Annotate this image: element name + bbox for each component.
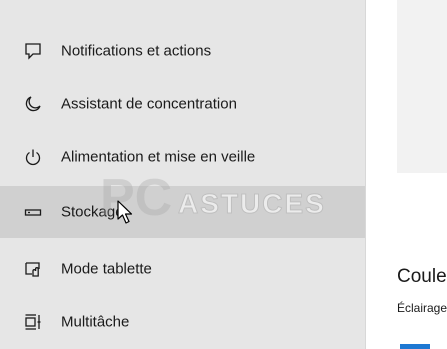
sidebar-item-multitasking[interactable]: Multitâche (0, 296, 365, 348)
accent-color-swatch[interactable] (400, 344, 430, 349)
sidebar-item-tablet-mode[interactable]: Mode tablette (0, 243, 365, 295)
section-title: Couleur (397, 266, 447, 287)
storage-icon (22, 201, 44, 223)
settings-sidebar: Notifications et actions Assistant de co… (0, 0, 366, 349)
sidebar-item-label: Assistant de concentration (61, 95, 237, 113)
mouse-pointer-icon (117, 200, 133, 224)
preview-panel (397, 0, 447, 173)
sidebar-item-label: Multitâche (61, 313, 130, 331)
moon-icon (22, 93, 44, 115)
sidebar-item-label: Alimentation et mise en veille (61, 148, 256, 166)
sidebar-item-label: Mode tablette (61, 260, 152, 278)
sidebar-item-label: Stockage (61, 203, 124, 221)
sidebar-item-focus-assist[interactable]: Assistant de concentration (0, 78, 365, 130)
sidebar-item-label: Notifications et actions (61, 42, 212, 60)
notification-icon (22, 40, 44, 62)
tablet-mode-icon (22, 258, 44, 280)
sidebar-item-notifications[interactable]: Notifications et actions (0, 25, 365, 77)
sidebar-item-storage[interactable]: Stockage (0, 186, 365, 238)
power-icon (22, 146, 44, 168)
multitasking-icon (22, 311, 44, 333)
sidebar-item-power-sleep[interactable]: Alimentation et mise en veille (0, 131, 365, 183)
section-subtitle: Éclairage (397, 301, 447, 315)
